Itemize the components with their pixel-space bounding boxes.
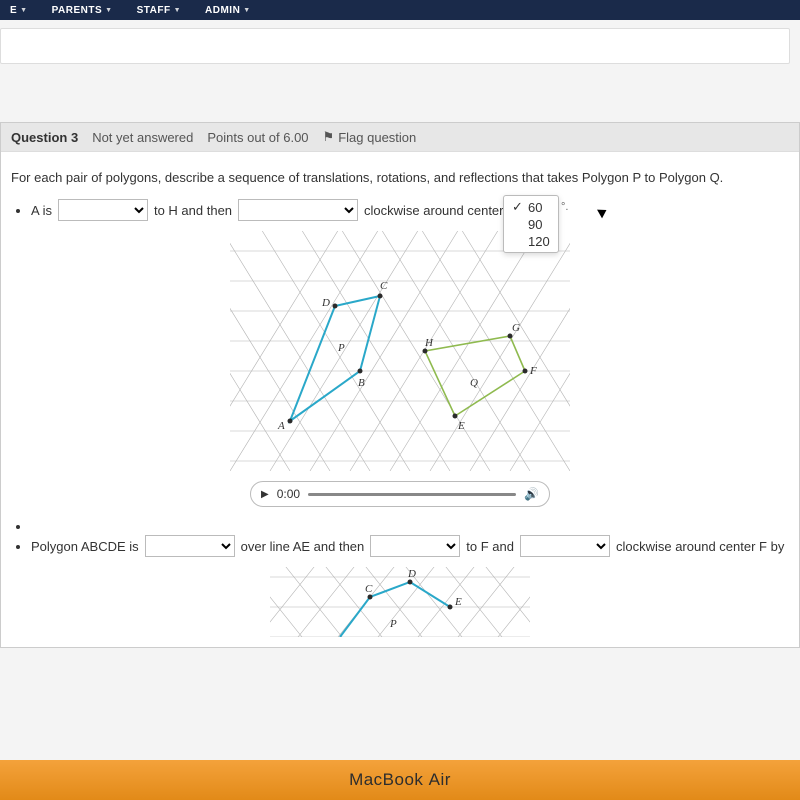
angle-option-90[interactable]: 90 xyxy=(510,216,552,233)
figure-2: C D E P xyxy=(11,567,789,637)
svg-text:A: A xyxy=(277,420,285,432)
nav-staff[interactable]: STAFF▼ xyxy=(137,0,181,20)
svg-text:E: E xyxy=(454,596,462,608)
question-prompt: For each pair of polygons, describe a se… xyxy=(11,170,789,185)
part-b-lead: Polygon ABCDE is xyxy=(31,539,139,554)
caret-down-icon: ▼ xyxy=(20,7,27,14)
flag-icon: ⚑ xyxy=(323,129,335,145)
part-b-tail: clockwise around center F by xyxy=(616,539,784,554)
svg-text:D: D xyxy=(321,297,330,309)
part-b-over-line: over line AE and then xyxy=(241,539,365,554)
play-icon[interactable]: ▶ xyxy=(261,489,269,500)
laptop-brand-label: MacBook Air xyxy=(349,770,451,790)
laptop-bezel: MacBook Air xyxy=(0,760,800,800)
svg-text:P: P xyxy=(389,618,397,630)
angle-option-60[interactable]: ✓60 xyxy=(510,198,552,216)
nav-admin[interactable]: ADMIN▼ xyxy=(205,0,251,20)
caret-down-icon: ▼ xyxy=(243,7,250,14)
svg-text:H: H xyxy=(424,337,434,349)
answer-list-2: Polygon ABCDE is over line AE and then t… xyxy=(31,519,789,557)
audio-player[interactable]: ▶ 0:00 🔊 xyxy=(250,481,550,507)
part-b-row: Polygon ABCDE is over line AE and then t… xyxy=(31,535,789,557)
svg-text:G: G xyxy=(512,322,520,334)
part-a-lead: A is xyxy=(31,203,52,218)
part-a-to-h: to H and then xyxy=(154,203,232,218)
screen-area: E▼ PARENTS▼ STAFF▼ ADMIN▼ Question 3 Not… xyxy=(0,0,800,760)
question-number: Question 3 xyxy=(11,130,78,145)
part-b-to-f: to F and xyxy=(466,539,514,554)
svg-text:F: F xyxy=(529,365,537,377)
svg-text:E: E xyxy=(457,420,465,432)
part-a-select-1[interactable] xyxy=(58,199,148,221)
flag-question-link[interactable]: ⚑ Flag question xyxy=(323,129,417,145)
question-header: Question 3 Not yet answered Points out o… xyxy=(1,123,799,152)
nav-parents[interactable]: PARENTS▼ xyxy=(52,0,113,20)
figure-1: A B C D P H G F Q E xyxy=(11,231,789,471)
svg-text:P: P xyxy=(337,342,345,354)
check-icon: ✓ xyxy=(512,199,524,215)
part-b-select-2[interactable] xyxy=(370,535,460,557)
angle-dropdown-open[interactable]: ✓60 90 120 xyxy=(503,195,559,253)
search-bar-placeholder[interactable] xyxy=(0,28,790,64)
top-navigation: E▼ PARENTS▼ STAFF▼ ADMIN▼ xyxy=(0,0,800,20)
blank-bullet xyxy=(31,519,789,525)
polygon-diagram-2: C D E P xyxy=(270,567,530,637)
caret-down-icon: ▼ xyxy=(174,7,181,14)
answer-list: A is to H and then clockwise around cent… xyxy=(31,199,789,221)
part-b-select-3[interactable] xyxy=(520,535,610,557)
svg-text:C: C xyxy=(380,280,388,292)
part-b-select-1[interactable] xyxy=(145,535,235,557)
svg-text:C: C xyxy=(365,583,373,595)
nav-e[interactable]: E▼ xyxy=(10,0,28,20)
svg-text:D: D xyxy=(407,568,416,580)
question-status: Not yet answered xyxy=(92,130,193,145)
audio-time: 0:00 xyxy=(277,487,300,501)
part-a-row: A is to H and then clockwise around cent… xyxy=(31,199,789,221)
svg-text:B: B xyxy=(358,377,365,389)
question-body: For each pair of polygons, describe a se… xyxy=(1,152,799,647)
caret-down-icon: ▼ xyxy=(105,7,112,14)
degree-symbol: °. xyxy=(561,201,568,213)
polygon-diagram-1: A B C D P H G F Q E xyxy=(230,231,570,471)
part-a-select-2[interactable] xyxy=(238,199,358,221)
angle-option-120[interactable]: 120 xyxy=(510,233,552,250)
svg-text:Q: Q xyxy=(470,377,478,389)
volume-icon[interactable]: 🔊 xyxy=(524,487,539,501)
question-points: Points out of 6.00 xyxy=(207,130,308,145)
audio-seek-track[interactable] xyxy=(308,493,516,496)
question-card: Question 3 Not yet answered Points out o… xyxy=(0,122,800,648)
